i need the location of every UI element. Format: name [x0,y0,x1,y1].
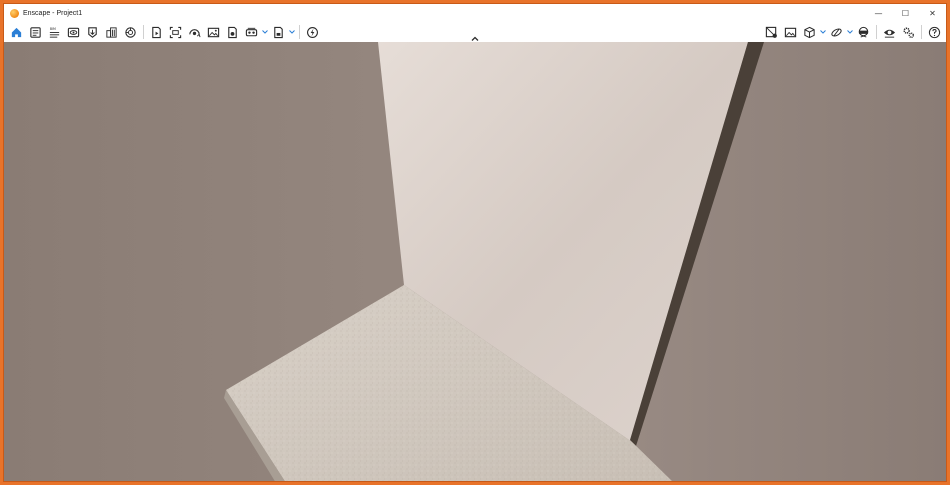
capture-screenshot-button[interactable] [166,23,185,42]
visual-settings-icon [67,27,80,37]
settings-button[interactable] [899,23,918,42]
eye-preview-icon [883,29,896,38]
render-viewport[interactable] [4,42,946,481]
toolbar-separator [299,25,300,39]
enscape-logo-icon [10,8,19,18]
vr-export-button[interactable] [242,23,261,42]
asset-library-button[interactable] [102,23,121,42]
title-bar[interactable]: Enscape - Project1 — ☐ ✕ [4,4,946,22]
maximize-button[interactable]: ☐ [892,4,919,22]
bim-info-icon: BIM [49,27,60,38]
chevron-down-icon [262,30,268,34]
chevron-down-icon [289,30,295,34]
help-button[interactable] [925,23,944,42]
capture-screenshot-icon [169,26,182,38]
visual-settings-button[interactable] [64,23,83,42]
toolbar-group-capture [147,23,296,42]
home-icon [11,27,22,37]
panorama-icon [189,28,201,37]
orbit-mode-icon [831,27,842,37]
vr-headset-icon [858,26,869,38]
material-editor-button[interactable] [121,23,140,42]
standalone-export-button[interactable] [269,23,288,42]
chevron-down-icon [820,30,826,34]
export-button[interactable] [83,23,102,42]
toolbar-separator [143,25,144,39]
sketch-mode-icon [765,26,777,38]
vr-export-dropdown[interactable] [261,23,269,42]
video-editor-icon [152,26,161,38]
collapse-toolbar-button[interactable] [470,35,480,42]
orbit-mode-dropdown[interactable] [846,23,854,42]
bim-info-button[interactable]: BIM [45,23,64,42]
batch-render-icon [228,26,237,38]
app-window: Enscape - Project1 — ☐ ✕ BIM [3,3,947,482]
standalone-export-icon [274,26,283,38]
view-cube-dropdown[interactable] [819,23,827,42]
window-controls: — ☐ ✕ [865,4,946,22]
toolbar-group-right [762,22,944,42]
toolbar-separator [921,25,922,39]
close-button[interactable]: ✕ [919,4,946,22]
gallery-icon [784,27,797,37]
image-export-icon [207,27,220,37]
batch-render-button[interactable] [223,23,242,42]
live-update-button[interactable] [303,23,322,42]
toolbar-group-live [303,23,322,42]
panorama-button[interactable] [185,23,204,42]
3d-scene [4,42,946,481]
orbit-mode-button[interactable] [827,23,846,42]
gallery-button[interactable] [781,23,800,42]
views-button[interactable] [26,23,45,42]
toolbar-separator [876,25,877,39]
view-cube-button[interactable] [800,23,819,42]
live-update-icon [307,26,318,38]
sketch-mode-button[interactable] [762,23,781,42]
vr-export-icon [245,27,258,36]
minimize-button[interactable]: — [865,4,892,22]
video-editor-button[interactable] [147,23,166,42]
home-button[interactable] [7,23,26,42]
views-panel-icon [30,26,41,38]
help-icon [928,26,941,38]
asset-library-icon [106,26,117,38]
standalone-export-dropdown[interactable] [288,23,296,42]
chevron-up-icon [471,36,479,41]
window-title: Enscape - Project1 [23,9,83,17]
settings-icon [903,26,915,38]
material-editor-icon [125,26,136,38]
eye-preview-button[interactable] [880,23,899,42]
svg-text:BIM: BIM [50,27,56,31]
vr-headset-button[interactable] [854,23,873,42]
chevron-down-icon [847,30,853,34]
screenshot-export-icon [88,26,97,38]
toolbar-group-left: BIM [7,23,140,42]
image-export-button[interactable] [204,23,223,42]
view-cube-icon [804,26,815,38]
